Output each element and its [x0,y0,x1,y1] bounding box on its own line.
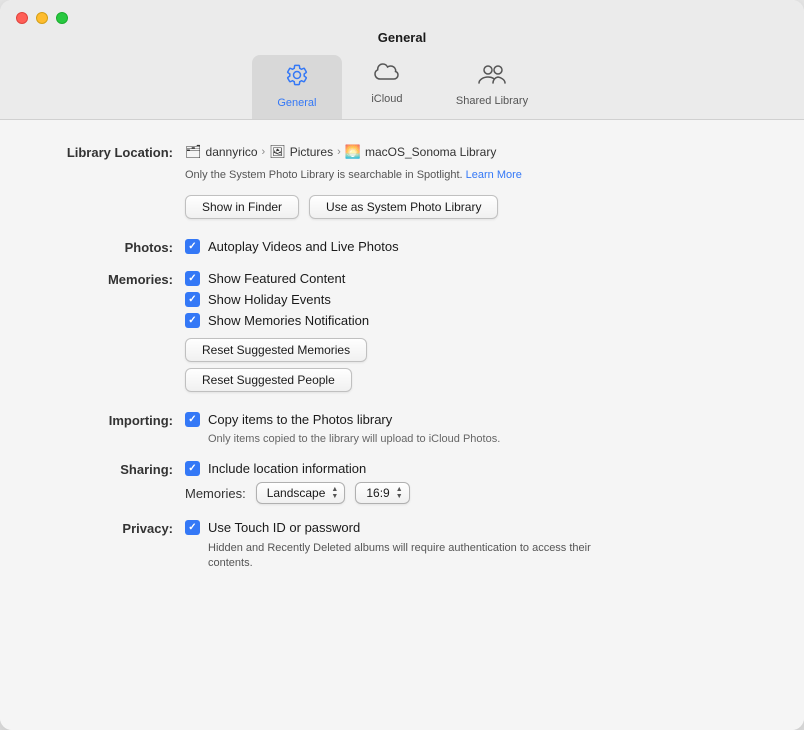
library-button-row: Show in Finder Use as System Photo Libra… [185,195,764,219]
location-checkbox-row[interactable]: ✓ Include location information [185,461,764,476]
content-area: Library Location: 🗂 dannyrico › 🖼 Pictur… [0,120,804,730]
select-arrows-icon: ▲ ▼ [331,486,338,500]
path-library: macOS_Sonoma Library [365,145,496,159]
reset-people-button[interactable]: Reset Suggested People [185,368,352,392]
learn-more-link[interactable]: Learn More [466,169,522,181]
checkmark-icon: ✓ [188,242,196,252]
path-user: dannyrico [206,145,258,159]
holiday-label: Show Holiday Events [208,292,331,307]
touchid-label: Use Touch ID or password [208,520,360,535]
importing-label: Importing: [40,412,185,428]
sharing-content: ✓ Include location information Memories:… [185,461,764,504]
holiday-checkbox[interactable]: ✓ [185,292,200,307]
tab-shared-library-label: Shared Library [456,95,528,107]
library-icon: 🌅 [345,144,361,160]
orientation-select[interactable]: Landscape ▲ ▼ [256,482,346,504]
ratio-value: 16:9 [366,486,389,500]
memories-label: Memories: [40,271,185,287]
orientation-value: Landscape [267,486,326,500]
folder-icon: 🗂 [185,144,202,160]
photos-label: Photos: [40,239,185,255]
reset-people-row: Reset Suggested People [185,368,764,392]
autoplay-checkbox-row[interactable]: ✓ Autoplay Videos and Live Photos [185,239,764,254]
tab-general-label: General [277,97,316,109]
tab-icloud[interactable]: iCloud [342,55,432,119]
library-location-section: Library Location: 🗂 dannyrico › 🖼 Pictur… [40,144,764,223]
checkmark-icon: ✓ [188,295,196,305]
tab-icloud-label: iCloud [371,93,402,105]
library-note: Only the System Photo Library is searcha… [185,169,764,181]
use-as-system-button[interactable]: Use as System Photo Library [309,195,498,219]
cloud-icon [374,63,400,89]
copy-checkbox-row[interactable]: ✓ Copy items to the Photos library [185,412,764,427]
copy-checkbox[interactable]: ✓ [185,412,200,427]
people-icon [478,63,506,91]
holiday-checkbox-row[interactable]: ✓ Show Holiday Events [185,292,764,307]
autoplay-label: Autoplay Videos and Live Photos [208,239,399,254]
notification-label: Show Memories Notification [208,313,369,328]
ratio-select[interactable]: 16:9 ▲ ▼ [355,482,409,504]
importing-content: ✓ Copy items to the Photos library Only … [185,412,764,445]
featured-checkbox[interactable]: ✓ [185,271,200,286]
minimize-button[interactable] [36,12,48,24]
checkmark-icon: ✓ [188,274,196,284]
traffic-lights [16,12,68,24]
path-folder: Pictures [290,145,333,159]
reset-memories-button[interactable]: Reset Suggested Memories [185,338,367,362]
memories-section: Memories: ✓ Show Featured Content ✓ Show… [40,271,764,396]
checkmark-icon: ✓ [188,415,196,425]
checkmark-icon: ✓ [188,464,196,474]
location-checkbox[interactable]: ✓ [185,461,200,476]
close-button[interactable] [16,12,28,24]
reset-memories-row: Reset Suggested Memories [185,338,764,362]
checkmark-icon: ✓ [188,316,196,326]
importing-section: Importing: ✓ Copy items to the Photos li… [40,412,764,445]
sharing-memories-label: Memories: [185,486,246,501]
separator-1: › [262,146,266,158]
privacy-note: Hidden and Recently Deleted albums will … [208,541,628,572]
privacy-content: ✓ Use Touch ID or password Hidden and Re… [185,520,764,572]
touchid-checkbox-row[interactable]: ✓ Use Touch ID or password [185,520,764,535]
tab-shared-library[interactable]: Shared Library [432,55,552,119]
separator-2: › [337,146,341,158]
ratio-arrows-icon: ▲ ▼ [396,486,403,500]
library-location-content: 🗂 dannyrico › 🖼 Pictures › 🌅 macOS_Sonom… [185,144,764,223]
window-title: General [378,30,426,45]
copy-label: Copy items to the Photos library [208,412,392,427]
notification-checkbox-row[interactable]: ✓ Show Memories Notification [185,313,764,328]
main-window: General General iCloud [0,0,804,730]
location-label: Include location information [208,461,366,476]
touchid-checkbox[interactable]: ✓ [185,520,200,535]
privacy-section: Privacy: ✓ Use Touch ID or password Hidd… [40,520,764,572]
copy-note: Only items copied to the library will up… [208,433,764,445]
gear-icon [285,63,309,93]
privacy-label: Privacy: [40,520,185,536]
library-path: 🗂 dannyrico › 🖼 Pictures › 🌅 macOS_Sonom… [185,144,764,160]
reset-buttons: Reset Suggested Memories Reset Suggested… [185,338,764,396]
autoplay-checkbox[interactable]: ✓ [185,239,200,254]
toolbar: General iCloud [252,55,552,119]
sharing-section: Sharing: ✓ Include location information … [40,461,764,504]
photos-section: Photos: ✓ Autoplay Videos and Live Photo… [40,239,764,255]
tab-general[interactable]: General [252,55,342,119]
featured-label: Show Featured Content [208,271,345,286]
checkmark-icon: ✓ [188,523,196,533]
notification-checkbox[interactable]: ✓ [185,313,200,328]
sharing-label: Sharing: [40,461,185,477]
show-in-finder-button[interactable]: Show in Finder [185,195,299,219]
sharing-memories-row: Memories: Landscape ▲ ▼ 16:9 ▲ ▼ [185,482,764,504]
featured-checkbox-row[interactable]: ✓ Show Featured Content [185,271,764,286]
titlebar: General General iCloud [0,0,804,120]
library-location-label: Library Location: [40,144,185,160]
photos-content: ✓ Autoplay Videos and Live Photos [185,239,764,254]
maximize-button[interactable] [56,12,68,24]
pictures-folder-icon: 🖼 [269,144,286,160]
memories-content: ✓ Show Featured Content ✓ Show Holiday E… [185,271,764,396]
